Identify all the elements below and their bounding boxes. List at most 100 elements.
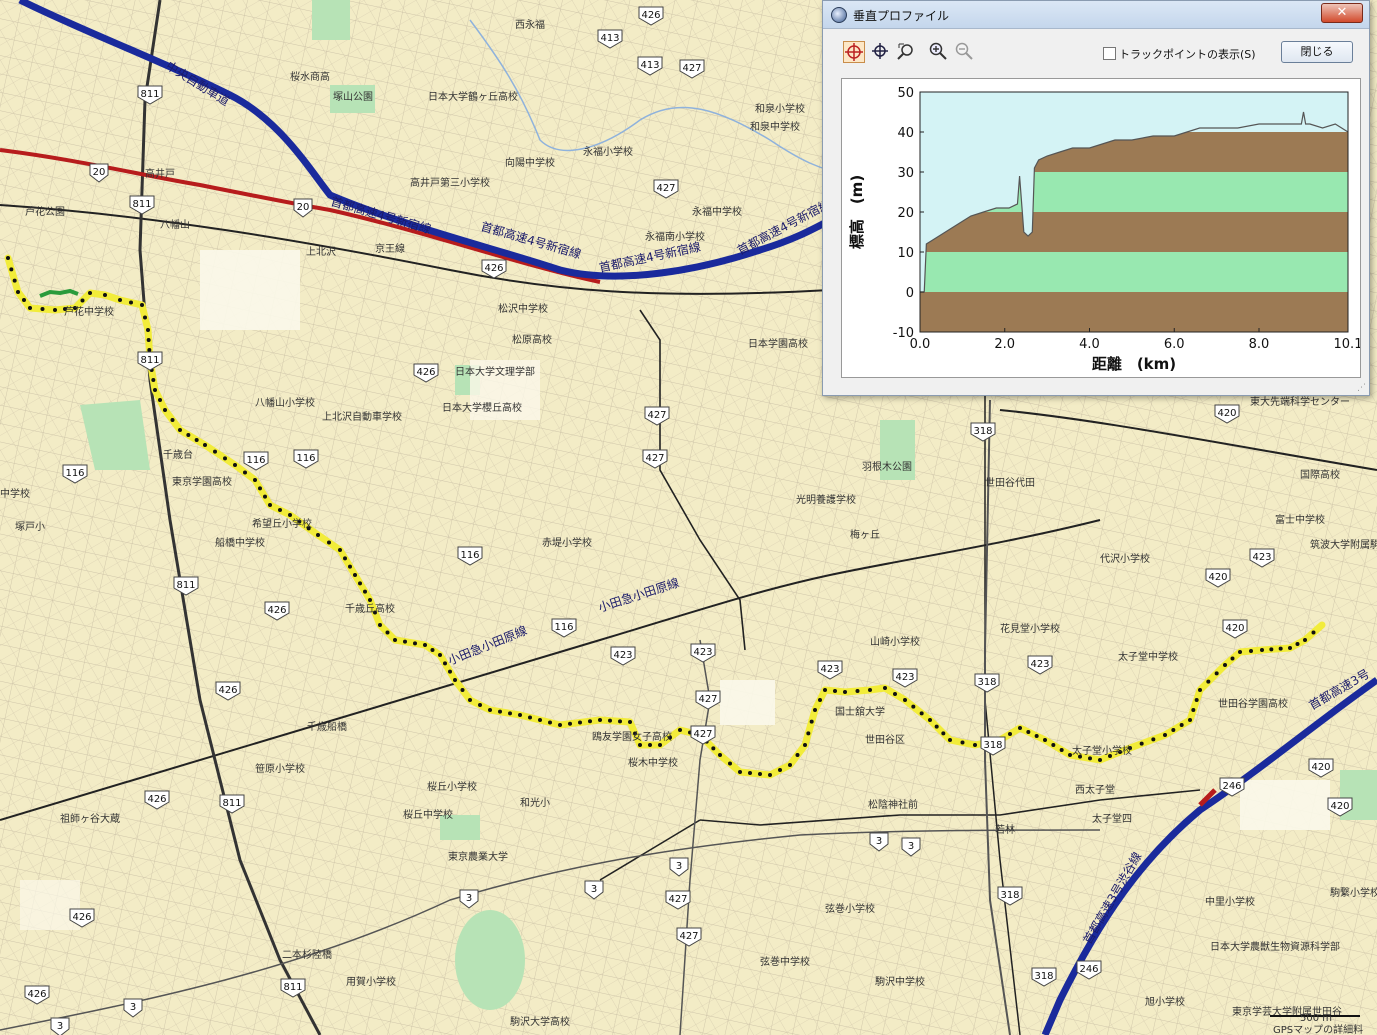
track-point (518, 713, 522, 717)
route-number: 413 (640, 60, 659, 71)
place-label: 希望丘小学校 (252, 517, 312, 530)
place-label: 世田谷区 (865, 734, 905, 746)
route-number: 3 (466, 893, 472, 904)
track-point (147, 348, 152, 352)
place-label: 旭小学校 (1145, 995, 1185, 1008)
track-point (468, 698, 472, 702)
y-tick-label: 10 (897, 246, 914, 261)
track-point (213, 449, 217, 454)
route-number: 423 (613, 650, 632, 661)
y-axis-label: 標高 (m) (848, 175, 866, 249)
track-point (343, 556, 347, 561)
track-point (818, 698, 822, 702)
track-point (795, 753, 800, 757)
track-point (203, 443, 207, 447)
place-label: 芦花中学校 (64, 305, 114, 318)
window-close-button[interactable]: ✕ (1321, 3, 1363, 23)
route-number: 811 (140, 355, 159, 366)
track-point (1098, 758, 1102, 762)
route-number: 427 (693, 729, 712, 740)
elevation-profile-plot[interactable]: -10 0 10 20 30 40 50 0.0 2.0 4.0 6.0 8.0 10.1 距離 (km)… (841, 78, 1361, 378)
track-point (919, 711, 924, 716)
dialog-titlebar[interactable]: 垂直プロファイル ✕ (823, 1, 1369, 29)
place-label: 松陰神社前 (868, 798, 918, 811)
track-point (568, 721, 572, 726)
place-label: 太子堂四 (1092, 812, 1132, 825)
place-label: 千歳丘高校 (345, 602, 395, 615)
track-point (103, 293, 107, 297)
track-point (1194, 698, 1199, 702)
route-number: 318 (1000, 890, 1019, 901)
track-point (728, 761, 732, 766)
track-point (1171, 728, 1176, 732)
track-point (903, 698, 907, 702)
route-number: 116 (65, 468, 84, 479)
track-point (608, 718, 612, 723)
track-point (378, 623, 382, 627)
place-label: 桜丘小学校 (427, 780, 477, 793)
track-point (338, 548, 342, 552)
zoom-in-icon[interactable] (927, 41, 949, 63)
track-point (268, 503, 272, 507)
track-point (9, 267, 14, 272)
route-number: 420 (1217, 408, 1236, 419)
place-label: 八幡山 (160, 218, 190, 231)
track-point (453, 678, 457, 682)
route-number: 420 (1225, 623, 1244, 634)
track-point (40, 307, 45, 311)
route-number: 426 (641, 10, 660, 21)
zoom-out-icon[interactable] (953, 41, 975, 63)
place-label: 国士舘大学 (835, 705, 885, 718)
place-label: 和泉小学校 (755, 102, 805, 115)
zoom-area-icon[interactable] (895, 41, 917, 63)
place-label: 梅ヶ丘 (850, 528, 880, 541)
track-point (648, 743, 652, 747)
track-point (578, 720, 582, 725)
place-label: 鴎友学園女子高校 (592, 730, 672, 743)
track-point (153, 388, 157, 392)
route-number: 246 (1079, 964, 1098, 975)
track-point (423, 643, 427, 647)
track-point (129, 300, 133, 305)
x-tick-label: 10.1 (1334, 337, 1360, 352)
track-point (843, 690, 847, 694)
track-point (598, 718, 602, 722)
app-globe-icon (831, 7, 847, 23)
elevation-band (920, 252, 1348, 292)
route-number: 116 (460, 550, 479, 561)
route-number: 420 (1208, 572, 1227, 583)
track-point (498, 709, 502, 714)
elevation-chart: -10010203040500.0 2.0 4.0 6.0 8.0 10.1距離 (km)… (848, 86, 1360, 373)
track-point (1238, 650, 1242, 654)
pan-tool-icon[interactable] (869, 41, 891, 63)
track-point (823, 688, 827, 692)
x-tick-label: 0.0 (910, 337, 931, 352)
resize-grip-icon[interactable]: ⋰ (1357, 383, 1367, 393)
place-label: 塚戸小 (15, 521, 45, 533)
track-point (1295, 642, 1300, 646)
place-label: 塚山公園 (333, 91, 373, 103)
select-tool-icon[interactable] (843, 41, 865, 63)
place-label: 国際高校 (1300, 468, 1340, 481)
track-point (443, 661, 447, 666)
route-number: 426 (267, 605, 286, 616)
vertical-profile-dialog: 垂直プロファイル ✕ トラックポイントの表示(S) 閉じる -10 0 10 20 30… (822, 0, 1370, 396)
track-point (1008, 732, 1012, 736)
place-label: 桜丘中学校 (403, 808, 453, 821)
track-point (868, 688, 872, 692)
track-point (748, 771, 752, 775)
route-number: 3 (876, 836, 882, 847)
route-number: 811 (222, 798, 241, 809)
track-point (140, 303, 144, 307)
place-label: 日本大学農獣生物資源科学部 (1210, 940, 1340, 953)
close-button[interactable]: 閉じる (1281, 41, 1353, 63)
track-point (855, 689, 860, 693)
x-tick-label: 2.0 (994, 337, 1015, 352)
place-label: 富士中学校 (1275, 513, 1325, 526)
checkbox-box[interactable] (1103, 47, 1116, 60)
place-label: 若林 (995, 823, 1015, 836)
show-trackpoints-checkbox[interactable]: トラックポイントの表示(S) (1103, 46, 1256, 62)
track-point (1249, 649, 1253, 653)
route-number: 427 (698, 694, 717, 705)
track-point (538, 718, 542, 722)
